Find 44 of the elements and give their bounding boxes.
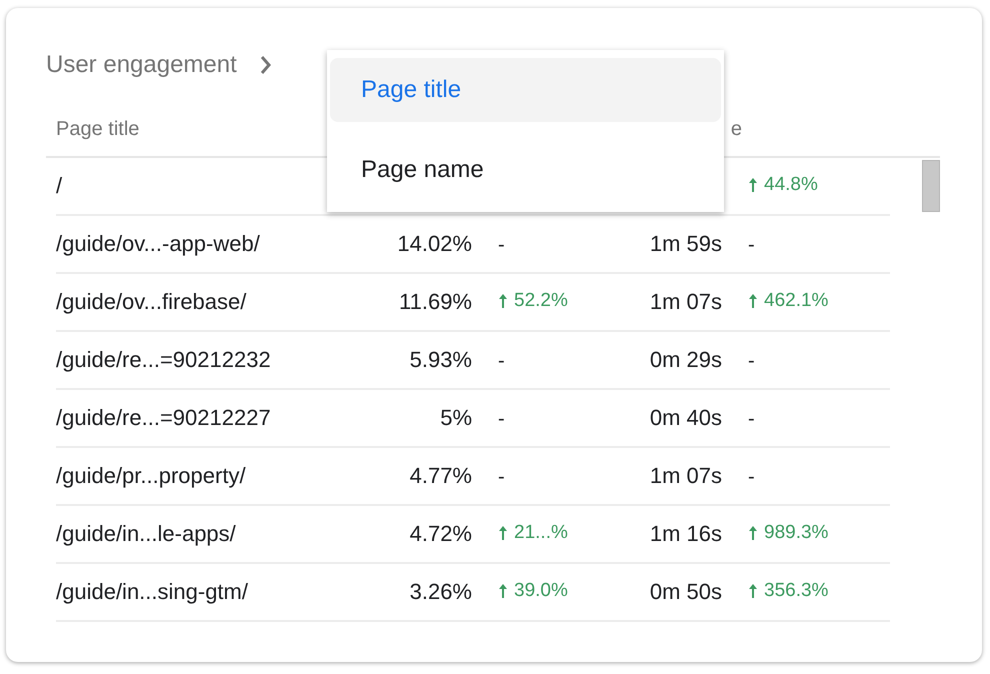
- table-cell: 1m 07s: [650, 289, 722, 314]
- table-cell: 5.93%: [410, 347, 472, 372]
- table-cell: -: [498, 408, 505, 431]
- table-cell: 3.26%: [410, 579, 472, 604]
- table-cell: /guide/in...le-apps/: [56, 521, 236, 546]
- menu-item[interactable]: Page title: [330, 58, 721, 122]
- menu-item[interactable]: Page name: [330, 138, 721, 202]
- table-cell: 1m 07s: [650, 463, 722, 488]
- scrollbar-thumb[interactable]: [922, 160, 940, 212]
- table-cell: /guide/ov...-app-web/: [56, 231, 260, 256]
- table-cell: 462.1%: [764, 290, 828, 312]
- table-cell: /guide/re...=90212232: [56, 347, 271, 372]
- card-title: User engagement: [46, 51, 237, 79]
- table-cell: -: [498, 234, 505, 257]
- table-cell: 356.3%: [764, 580, 828, 602]
- table-cell: 0m 40s: [650, 405, 722, 430]
- table-cell: /guide/pr...property/: [56, 463, 246, 488]
- table-cell: 5%: [440, 405, 472, 430]
- table-cell: 1m 59s: [650, 231, 722, 256]
- table-cell: 1m 16s: [650, 521, 722, 546]
- table-cell: -: [498, 350, 505, 373]
- table-cell: 21...%: [514, 522, 568, 544]
- table-cell: 52.2%: [514, 290, 568, 312]
- column-header[interactable]: e: [730, 118, 742, 140]
- table-cell: -: [498, 466, 505, 489]
- table-cell: 4.72%: [410, 521, 472, 546]
- table-cell: 14.02%: [397, 231, 472, 256]
- table-cell: /guide/re...=90212227: [56, 405, 271, 430]
- table-cell: /: [56, 173, 62, 198]
- table-cell: 11.69%: [399, 289, 472, 314]
- table-cell: 0m 50s: [650, 579, 722, 604]
- chevron-right-icon[interactable]: [258, 54, 273, 76]
- table-cell: -: [748, 466, 755, 489]
- table-cell: 44.8%: [764, 174, 818, 196]
- table-cell: 4.77%: [410, 463, 472, 488]
- table-cell: /guide/in...sing-gtm/: [56, 579, 248, 604]
- table-cell: /guide/ov...firebase/: [56, 289, 246, 314]
- table-cell: -: [748, 234, 755, 257]
- table-cell: 39.0%: [514, 580, 568, 602]
- column-header[interactable]: Page title: [56, 118, 140, 140]
- table-cell: 0m 29s: [650, 347, 722, 372]
- table-cell: -: [748, 408, 755, 431]
- table-cell: -: [748, 350, 755, 373]
- table-cell: 989.3%: [764, 522, 828, 544]
